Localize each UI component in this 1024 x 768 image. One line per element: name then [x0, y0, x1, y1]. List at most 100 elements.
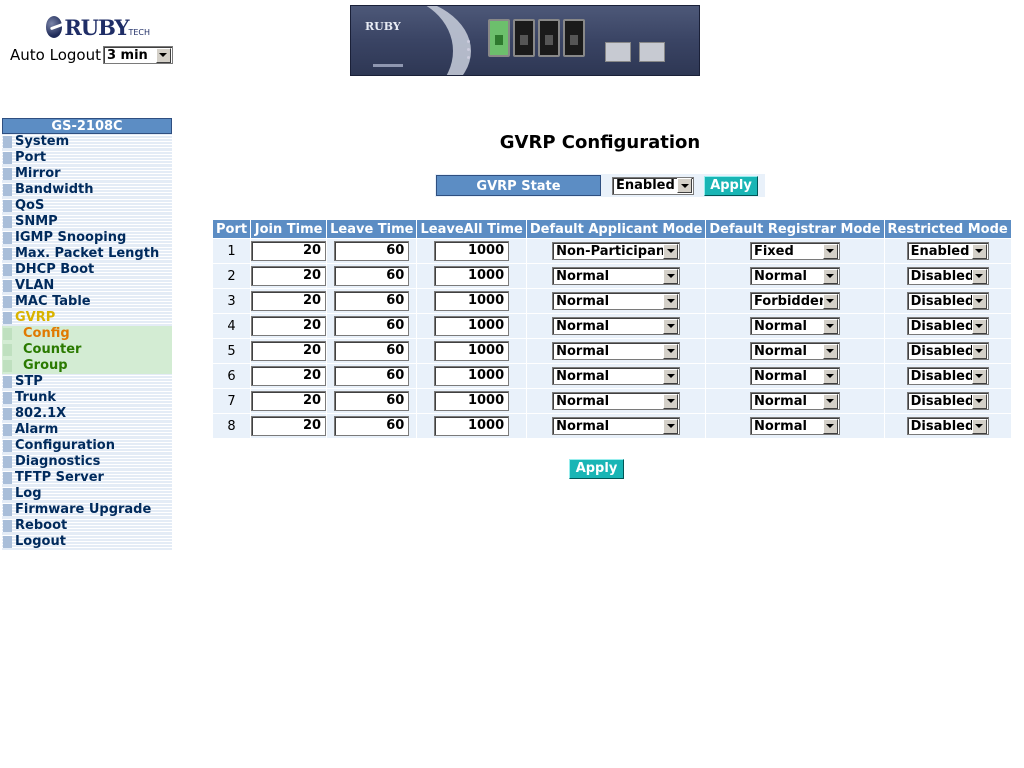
leaveall-time-input[interactable]: 1000 [434, 341, 510, 361]
sidebar-item-mirror[interactable]: Mirror [2, 166, 172, 182]
chevron-down-icon[interactable] [663, 393, 679, 409]
join-time-input[interactable]: 20 [251, 341, 327, 361]
sidebar-item-dhcp-boot[interactable]: DHCP Boot [2, 262, 172, 278]
chevron-down-icon[interactable] [971, 293, 987, 309]
sidebar-item-system[interactable]: System [2, 134, 172, 150]
leaveall-time-input[interactable]: 1000 [434, 291, 510, 311]
chevron-down-icon[interactable] [971, 243, 987, 259]
chevron-down-icon[interactable] [677, 178, 692, 193]
sidebar-item-vlan[interactable]: VLAN [2, 278, 172, 294]
join-time-input[interactable]: 20 [251, 316, 327, 336]
sidebar-item-snmp[interactable]: SNMP [2, 214, 172, 230]
sidebar-item-qos[interactable]: QoS [2, 198, 172, 214]
registrar-mode-select[interactable]: Normal [749, 392, 840, 410]
registrar-mode-select[interactable]: Normal [749, 367, 840, 385]
sidebar-item-bandwidth[interactable]: Bandwidth [2, 182, 172, 198]
leaveall-time-input[interactable]: 1000 [434, 241, 510, 261]
chevron-down-icon[interactable] [971, 268, 987, 284]
sidebar-item-igmp-snooping[interactable]: IGMP Snooping [2, 230, 172, 246]
restricted-mode-select[interactable]: Disabled [906, 342, 989, 360]
restricted-mode-select[interactable]: Disabled [906, 267, 989, 285]
chevron-down-icon[interactable] [663, 293, 679, 309]
chevron-down-icon[interactable] [155, 47, 171, 63]
restricted-mode-select[interactable]: Disabled [906, 292, 989, 310]
chevron-down-icon[interactable] [971, 318, 987, 334]
sidebar-item-max-packet-length[interactable]: Max. Packet Length [2, 246, 172, 262]
sidebar-item-802-1x[interactable]: 802.1X [2, 406, 172, 422]
join-time-input[interactable]: 20 [251, 241, 327, 261]
chevron-down-icon[interactable] [971, 343, 987, 359]
chevron-down-icon[interactable] [822, 343, 838, 359]
sidebar-item-gvrp[interactable]: GVRP [2, 310, 172, 326]
applicant-mode-select[interactable]: Normal [552, 392, 681, 410]
gvrp-state-select[interactable]: Enabled [612, 176, 694, 195]
chevron-down-icon[interactable] [663, 343, 679, 359]
join-time-input[interactable]: 20 [251, 416, 327, 436]
restricted-mode-select[interactable]: Disabled [906, 417, 989, 435]
leaveall-time-input[interactable]: 1000 [434, 266, 510, 286]
join-time-input[interactable]: 20 [251, 266, 327, 286]
chevron-down-icon[interactable] [663, 243, 679, 259]
leave-time-input[interactable]: 60 [334, 391, 410, 411]
chevron-down-icon[interactable] [822, 243, 838, 259]
chevron-down-icon[interactable] [822, 268, 838, 284]
join-time-input[interactable]: 20 [251, 291, 327, 311]
chevron-down-icon[interactable] [822, 418, 838, 434]
apply-button[interactable]: Apply [569, 459, 624, 479]
join-time-input[interactable]: 20 [251, 366, 327, 386]
auto-logout-select[interactable]: 3 min [102, 46, 173, 64]
registrar-mode-select[interactable]: Normal [749, 342, 840, 360]
restricted-mode-select[interactable]: Disabled [906, 367, 989, 385]
chevron-down-icon[interactable] [822, 318, 838, 334]
leaveall-time-input[interactable]: 1000 [434, 316, 510, 336]
sidebar-item-counter[interactable]: Counter [2, 342, 172, 358]
chevron-down-icon[interactable] [971, 393, 987, 409]
registrar-mode-select[interactable]: Forbidden [749, 292, 840, 310]
registrar-mode-select[interactable]: Fixed [749, 242, 840, 260]
leave-time-input[interactable]: 60 [334, 316, 410, 336]
sidebar-item-alarm[interactable]: Alarm [2, 422, 172, 438]
sidebar-item-firmware-upgrade[interactable]: Firmware Upgrade [2, 502, 172, 518]
restricted-mode-select[interactable]: Disabled [906, 317, 989, 335]
sidebar-item-config[interactable]: Config [2, 326, 172, 342]
applicant-mode-select[interactable]: Normal [552, 267, 681, 285]
applicant-mode-select[interactable]: Normal [552, 367, 681, 385]
leave-time-input[interactable]: 60 [334, 291, 410, 311]
chevron-down-icon[interactable] [663, 268, 679, 284]
registrar-mode-select[interactable]: Normal [749, 317, 840, 335]
chevron-down-icon[interactable] [971, 368, 987, 384]
leave-time-input[interactable]: 60 [334, 241, 410, 261]
applicant-mode-select[interactable]: Normal [552, 292, 681, 310]
chevron-down-icon[interactable] [663, 418, 679, 434]
restricted-mode-select[interactable]: Disabled [906, 392, 989, 410]
leave-time-input[interactable]: 60 [334, 341, 410, 361]
chevron-down-icon[interactable] [971, 418, 987, 434]
sidebar-item-diagnostics[interactable]: Diagnostics [2, 454, 172, 470]
leaveall-time-input[interactable]: 1000 [434, 366, 510, 386]
leave-time-input[interactable]: 60 [334, 366, 410, 386]
applicant-mode-select[interactable]: Non-Participant [552, 242, 681, 260]
registrar-mode-select[interactable]: Normal [749, 417, 840, 435]
sidebar-item-port[interactable]: Port [2, 150, 172, 166]
leaveall-time-input[interactable]: 1000 [434, 416, 510, 436]
leaveall-time-input[interactable]: 1000 [434, 391, 510, 411]
chevron-down-icon[interactable] [822, 293, 838, 309]
gvrp-state-apply-button[interactable]: Apply [704, 175, 758, 196]
leave-time-input[interactable]: 60 [334, 266, 410, 286]
applicant-mode-select[interactable]: Normal [552, 417, 681, 435]
sidebar-item-logout[interactable]: Logout [2, 534, 172, 550]
sidebar-item-log[interactable]: Log [2, 486, 172, 502]
chevron-down-icon[interactable] [822, 393, 838, 409]
registrar-mode-select[interactable]: Normal [749, 267, 840, 285]
sidebar-item-tftp-server[interactable]: TFTP Server [2, 470, 172, 486]
sidebar-item-trunk[interactable]: Trunk [2, 390, 172, 406]
applicant-mode-select[interactable]: Normal [552, 317, 681, 335]
sidebar-item-mac-table[interactable]: MAC Table [2, 294, 172, 310]
applicant-mode-select[interactable]: Normal [552, 342, 681, 360]
chevron-down-icon[interactable] [663, 368, 679, 384]
sidebar-item-group[interactable]: Group [2, 358, 172, 374]
join-time-input[interactable]: 20 [251, 391, 327, 411]
restricted-mode-select[interactable]: Enabled [906, 242, 989, 260]
chevron-down-icon[interactable] [822, 368, 838, 384]
sidebar-item-stp[interactable]: STP [2, 374, 172, 390]
